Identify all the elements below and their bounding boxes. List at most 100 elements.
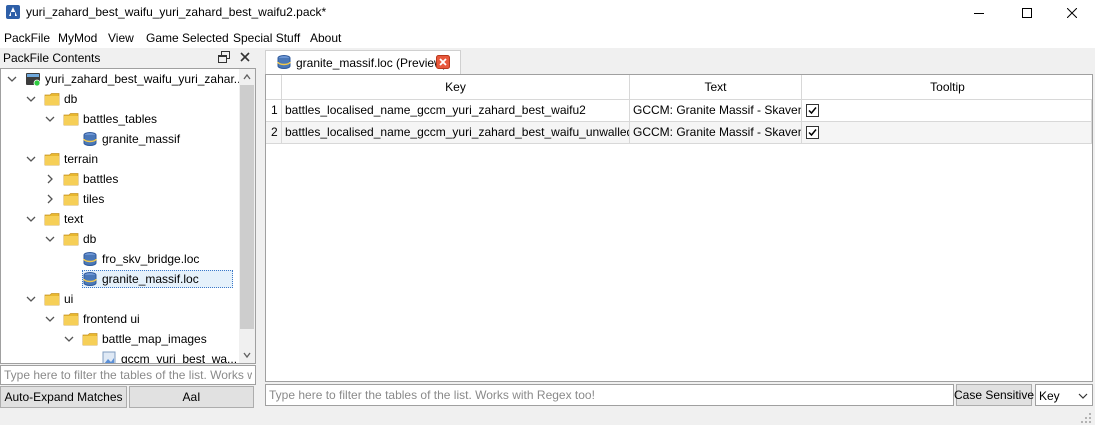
folder-icon xyxy=(82,333,98,346)
table-filter-field[interactable] xyxy=(265,384,954,406)
close-icon[interactable] xyxy=(238,50,252,64)
menu-game-selected[interactable]: Game Selected xyxy=(146,31,229,45)
tree-scrollbar-thumb[interactable] xyxy=(240,85,254,329)
tree-item-label: db xyxy=(83,232,97,246)
tooltip-cell[interactable] xyxy=(802,100,1092,122)
column-header-key[interactable]: Key xyxy=(282,75,630,100)
folder-icon xyxy=(63,113,79,126)
maximize-button[interactable] xyxy=(1004,0,1050,26)
menu-bar: PackFile MyMod View Game Selected Specia… xyxy=(0,26,1095,48)
packfile-tree[interactable]: yuri_zahard_best_waifu_yuri_zahar...db ba… xyxy=(0,68,256,364)
tree-item[interactable]: granite_massif.loc xyxy=(1,269,239,289)
menu-mymod[interactable]: MyMod xyxy=(58,31,97,45)
table-corner[interactable] xyxy=(266,75,282,100)
chevron-down-icon xyxy=(1078,393,1088,399)
menu-about[interactable]: About xyxy=(310,31,341,45)
image-file-icon xyxy=(102,351,116,363)
tree-item-label: battle_map_images xyxy=(102,332,207,346)
tree-item[interactable]: db xyxy=(1,89,239,109)
chevron-down-icon[interactable] xyxy=(45,114,55,124)
tree-item[interactable]: battle_map_images xyxy=(1,329,239,349)
tree-item-label: granite_massif xyxy=(102,132,181,146)
check-icon xyxy=(808,107,817,115)
tree-item[interactable]: fro_skv_bridge.loc xyxy=(1,249,239,269)
text-cell[interactable]: GCCM: Granite Massif - Skaven xyxy=(630,100,802,122)
tree-item[interactable]: ui xyxy=(1,289,239,309)
tree-item-label: gccm_yuri_best_wa... xyxy=(121,352,238,364)
float-window-icon[interactable] xyxy=(218,51,230,63)
tree-item[interactable]: gccm_yuri_best_wa... xyxy=(1,349,239,364)
tab-granite-massif-loc[interactable]: granite_massif.loc (Preview) xyxy=(265,50,461,74)
tree-item[interactable]: db xyxy=(1,229,239,249)
chevron-down-icon[interactable] xyxy=(7,74,17,84)
table-row[interactable]: 2 battles_localised_name_gccm_yuri_zahar… xyxy=(266,122,1092,144)
title-bar: yuri_zahard_best_waifu_yuri_zahard_best_… xyxy=(0,0,1095,26)
tooltip-checkbox[interactable] xyxy=(806,104,819,117)
column-header-tooltip[interactable]: Tooltip xyxy=(802,75,1092,100)
menu-special-stuff[interactable]: Special Stuff xyxy=(233,31,300,45)
tree-item-label: frontend ui xyxy=(83,312,140,326)
key-cell[interactable]: battles_localised_name_gccm_yuri_zahard_… xyxy=(282,100,630,122)
tree-item[interactable]: text xyxy=(1,209,239,229)
auto-expand-matches-button[interactable]: Auto-Expand Matches xyxy=(0,386,127,408)
chevron-down-icon[interactable] xyxy=(26,214,36,224)
row-number[interactable]: 2 xyxy=(266,122,282,144)
loc-table[interactable]: Key Text Tooltip 1 battles_localised_nam… xyxy=(265,74,1093,382)
menu-view[interactable]: View xyxy=(108,31,134,45)
tree-item-label: text xyxy=(64,212,84,226)
table-filter-input[interactable] xyxy=(266,385,953,405)
chevron-right-icon[interactable] xyxy=(45,174,55,184)
text-cell[interactable]: GCCM: Granite Massif - Skaven xyxy=(630,122,802,144)
resize-grip-icon[interactable] xyxy=(1080,412,1092,424)
maximize-icon xyxy=(1022,8,1032,18)
key-cell[interactable]: battles_localised_name_gccm_yuri_zahard_… xyxy=(282,122,630,144)
scroll-up-arrow-icon[interactable] xyxy=(243,73,251,81)
chevron-right-icon[interactable] xyxy=(45,194,55,204)
tree-item[interactable]: battles_tables xyxy=(1,109,239,129)
tree-item[interactable]: granite_massif xyxy=(1,129,239,149)
tree-item[interactable]: battles xyxy=(1,169,239,189)
tree-item-label: granite_massif.loc xyxy=(102,272,199,286)
tree-item-label: battles xyxy=(83,172,119,186)
rpfm-app-icon xyxy=(6,5,20,19)
menu-packfile[interactable]: PackFile xyxy=(4,31,50,45)
tree-item[interactable]: frontend ui xyxy=(1,309,239,329)
tree-item-label: ui xyxy=(64,292,74,306)
folder-icon xyxy=(44,93,60,106)
folder-icon xyxy=(63,313,79,326)
tree-filter-field[interactable] xyxy=(0,365,256,385)
tree-item[interactable]: yuri_zahard_best_waifu_yuri_zahar... xyxy=(1,69,244,89)
window-title: yuri_zahard_best_waifu_yuri_zahard_best_… xyxy=(26,5,327,19)
tooltip-cell[interactable] xyxy=(802,122,1092,144)
tree-item-label: db xyxy=(64,92,78,106)
filter-column-value: Key xyxy=(1039,389,1060,403)
close-icon xyxy=(1067,8,1077,18)
dock-title: PackFile Contents xyxy=(3,51,101,65)
row-number[interactable]: 1 xyxy=(266,100,282,122)
folder-icon xyxy=(63,173,79,186)
minimize-icon xyxy=(974,13,984,14)
close-window-button[interactable] xyxy=(1049,0,1095,26)
minimize-button[interactable] xyxy=(956,0,1002,26)
tree-item-label: terrain xyxy=(64,152,99,166)
packfile-contents-dock-header: PackFile Contents xyxy=(0,48,260,68)
chevron-down-icon[interactable] xyxy=(45,234,55,244)
case-sensitive-button[interactable]: Case Sensitive xyxy=(954,384,1034,406)
chevron-down-icon[interactable] xyxy=(26,154,36,164)
tree-item[interactable]: terrain xyxy=(1,149,239,169)
column-header-text[interactable]: Text xyxy=(630,75,802,100)
tab-label: granite_massif.loc (Preview) xyxy=(296,56,447,70)
tooltip-checkbox[interactable] xyxy=(806,126,819,139)
chevron-down-icon[interactable] xyxy=(64,334,74,344)
close-tab-icon[interactable] xyxy=(436,55,450,69)
filter-column-select[interactable]: Key xyxy=(1035,384,1093,406)
tree-filter-input[interactable] xyxy=(1,366,255,384)
scroll-down-arrow-icon[interactable] xyxy=(243,351,251,359)
chevron-down-icon[interactable] xyxy=(26,94,36,104)
table-row[interactable]: 1 battles_localised_name_gccm_yuri_zahar… xyxy=(266,100,1092,122)
tree-item[interactable]: tiles xyxy=(1,189,239,209)
case-sensitive-toggle-button[interactable]: AaI xyxy=(129,386,254,408)
chevron-down-icon[interactable] xyxy=(26,294,36,304)
packfile-icon xyxy=(26,73,41,87)
chevron-down-icon[interactable] xyxy=(45,314,55,324)
